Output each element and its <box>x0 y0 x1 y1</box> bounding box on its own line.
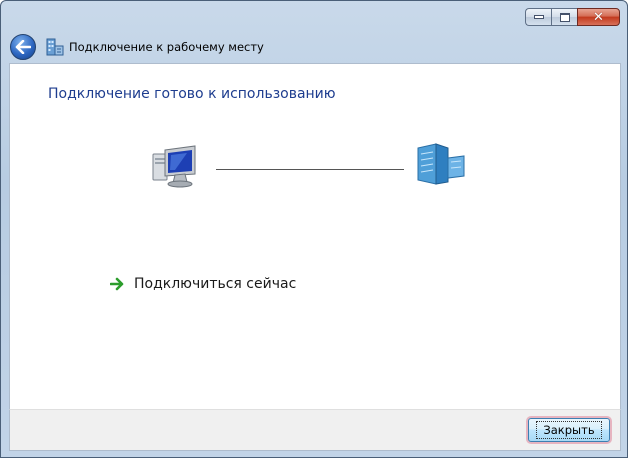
computer-icon <box>152 145 196 188</box>
window-title: Подключение к рабочему месту <box>69 40 264 54</box>
back-arrow-icon <box>15 40 31 54</box>
caption-buttons: ✕ <box>525 8 620 26</box>
close-icon: ✕ <box>593 9 604 25</box>
connect-now-label: Подключиться сейчас <box>134 276 297 292</box>
network-workplace-icon <box>46 38 64 56</box>
close-button[interactable]: Закрыть <box>528 418 610 442</box>
green-arrow-icon <box>110 277 124 291</box>
maximize-icon <box>559 12 570 22</box>
server-building-icon <box>417 143 465 185</box>
maximize-button[interactable] <box>551 8 577 26</box>
connect-now-link[interactable]: Подключиться сейчас <box>110 276 296 292</box>
close-window-button[interactable]: ✕ <box>577 8 620 26</box>
close-button-label: Закрыть <box>536 421 602 439</box>
wizard-header: Подключение к рабочему месту <box>10 33 264 61</box>
minimize-button[interactable] <box>525 8 551 26</box>
back-button[interactable] <box>10 34 36 60</box>
wizard-footer: Закрыть <box>9 409 621 451</box>
wizard-window: ✕ Подключение к рабочему месту Подключен… <box>0 0 628 458</box>
page-instruction: Подключение готово к использованию <box>48 86 336 102</box>
wizard-content: Подключение готово к использованию Подкл… <box>9 63 621 409</box>
minimize-icon <box>533 15 544 19</box>
connection-line <box>216 169 404 170</box>
